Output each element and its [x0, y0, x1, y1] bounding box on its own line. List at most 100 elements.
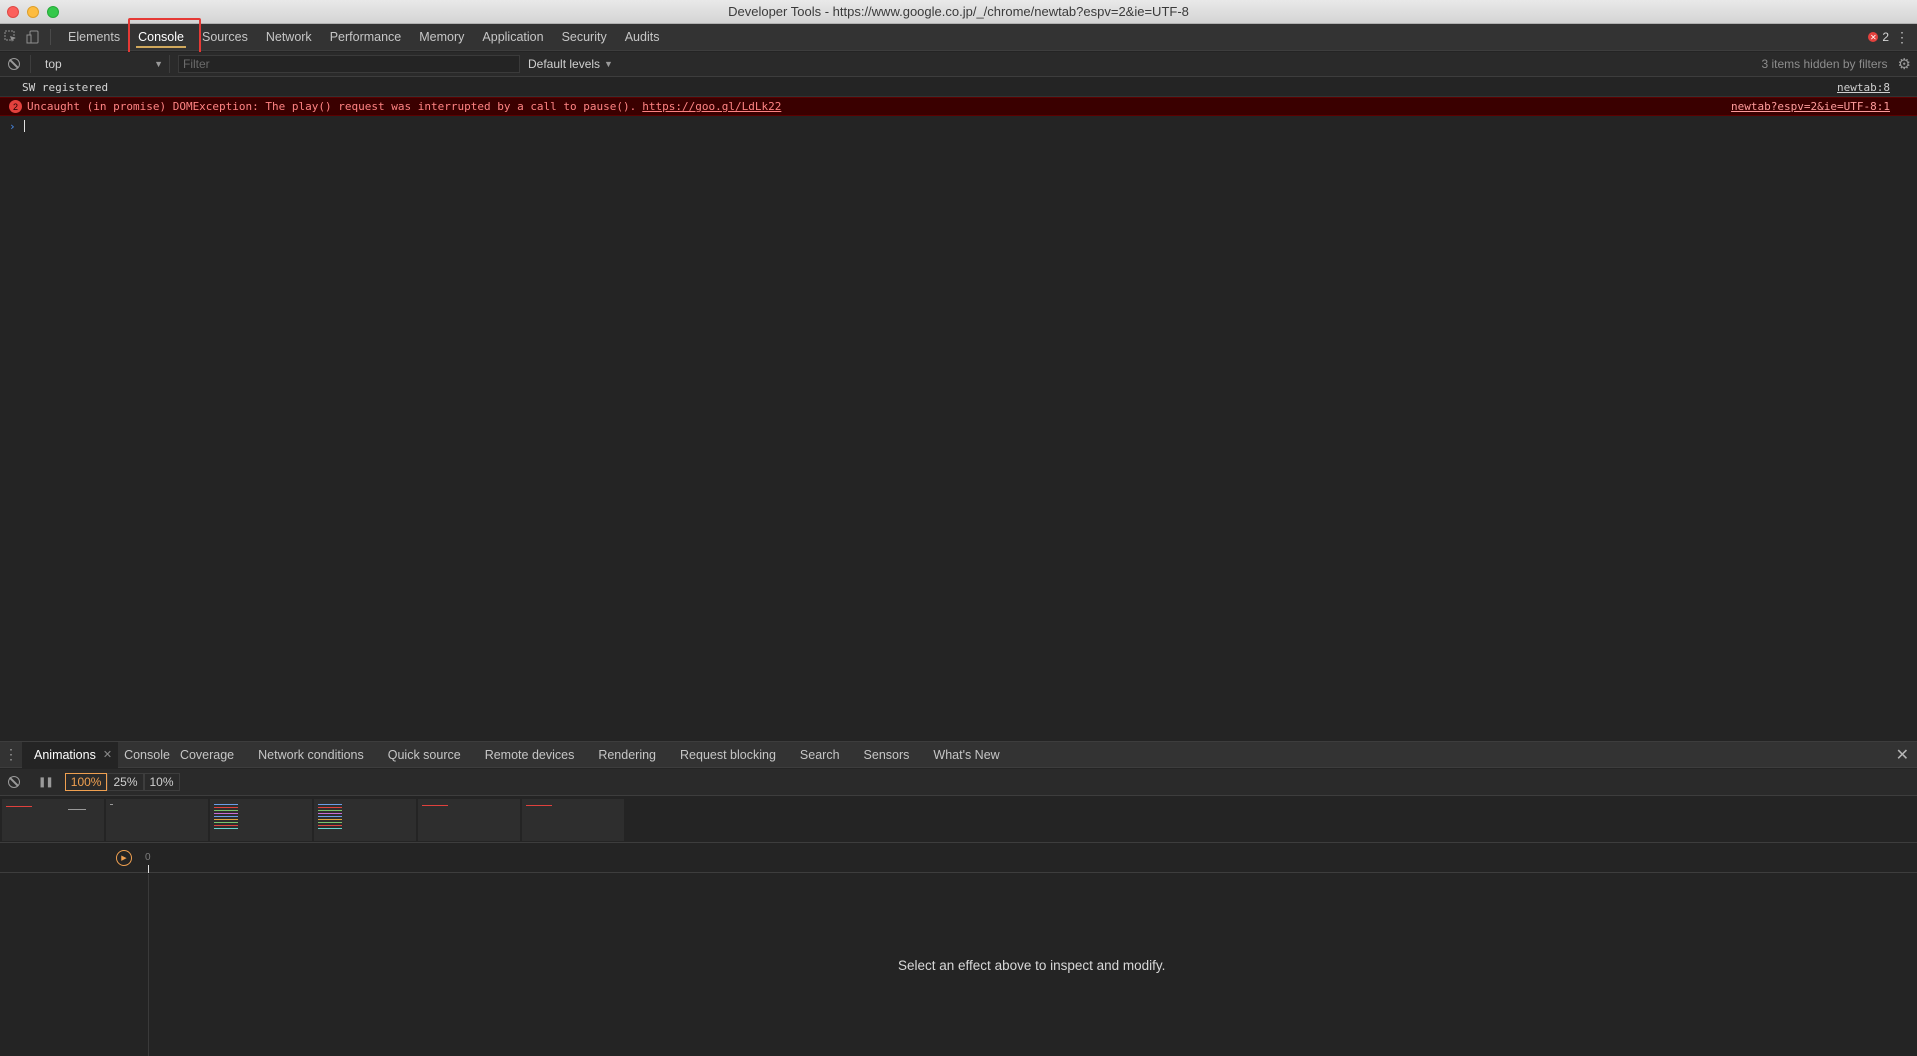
message-text: Uncaught (in promise) DOMException: The … [27, 100, 637, 113]
tab-label: Rendering [598, 747, 657, 762]
console-toolbar: top ▼ Default levels ▼ 3 items hidden by… [0, 52, 1917, 77]
tab-label: Memory [419, 30, 465, 44]
message-text: SW registered [22, 80, 109, 94]
tab-console-drawer[interactable]: Console [118, 742, 176, 768]
tab-quick-source[interactable]: Quick source [376, 742, 473, 768]
tab-application[interactable]: Application [473, 24, 552, 51]
tab-security[interactable]: Security [553, 24, 616, 51]
console-output: SW registered newtab:8 2 Uncaught (in pr… [0, 78, 1917, 740]
tab-animations[interactable]: Animations ✕ [22, 741, 119, 768]
tab-network-conditions[interactable]: Network conditions [246, 742, 376, 768]
window-titlebar: Developer Tools - https://www.google.co.… [0, 0, 1917, 24]
chevron-down-icon: ▼ [604, 59, 613, 69]
devtools-main-tabbar: Elements Console Sources Network Perform… [0, 24, 1917, 51]
tab-audits[interactable]: Audits [616, 24, 669, 51]
timeline-header: ▶ 0 [0, 844, 1917, 873]
animations-toolbar: ❚❚ 100% 25% 10% [0, 769, 1917, 796]
rate-label: 25% [113, 775, 138, 789]
tab-label: Sensors [863, 747, 910, 762]
window-controls [7, 6, 59, 18]
console-prompt[interactable]: › [0, 116, 1917, 136]
tab-label: Network [265, 30, 312, 44]
tab-elements[interactable]: Elements [59, 24, 129, 51]
animation-group-preview[interactable] [418, 798, 520, 841]
timeline-scrubber[interactable] [148, 865, 149, 873]
tab-whats-new[interactable]: What's New [921, 742, 1011, 768]
rate-label: 100% [70, 775, 102, 789]
kebab-icon[interactable]: ⋮ [1895, 29, 1909, 46]
tab-remote-devices[interactable]: Remote devices [473, 742, 587, 768]
tab-label: Console [124, 747, 170, 762]
animation-previews [0, 797, 1917, 843]
tab-network[interactable]: Network [257, 24, 321, 51]
tab-request-blocking[interactable]: Request blocking [668, 742, 788, 768]
replay-icon[interactable]: ▶ [116, 850, 132, 866]
drawer-tabbar: ⋮ Animations ✕ Console Coverage Network … [0, 741, 1917, 768]
tab-memory[interactable]: Memory [410, 24, 473, 51]
tab-sensors[interactable]: Sensors [852, 742, 922, 768]
animation-group-preview[interactable] [106, 798, 208, 841]
pause-icon[interactable]: ❚❚ [38, 777, 54, 788]
close-icon[interactable]: ✕ [103, 748, 112, 761]
tab-performance[interactable]: Performance [321, 24, 411, 51]
context-selector[interactable]: top ▼ [30, 55, 170, 73]
tab-label: Remote devices [484, 747, 575, 762]
tab-label: Coverage [179, 747, 235, 762]
error-counter[interactable]: ✕ 2 [1868, 30, 1889, 44]
message-source-link[interactable]: newtab:8 [1837, 81, 1890, 94]
animation-group-preview[interactable] [522, 798, 624, 841]
console-message: SW registered newtab:8 [0, 78, 1917, 97]
window-title: Developer Tools - https://www.google.co.… [728, 4, 1189, 19]
tab-label: What's New [933, 747, 1000, 762]
error-icon: ✕ [1868, 32, 1879, 42]
chevron-down-icon: ▼ [154, 59, 163, 69]
minimize-window-button[interactable] [27, 6, 39, 18]
device-toggle-icon[interactable] [22, 26, 44, 48]
playback-rate-25[interactable]: 25% [107, 773, 144, 791]
inspect-icon[interactable] [0, 26, 22, 48]
close-window-button[interactable] [7, 6, 19, 18]
log-levels-dropdown[interactable]: Default levels ▼ [528, 57, 613, 71]
tab-coverage[interactable]: Coverage [176, 742, 246, 768]
timeline-tick: 0 [145, 852, 151, 863]
tab-sources[interactable]: Sources [193, 24, 257, 51]
tab-label: Animations [34, 747, 96, 762]
animation-group-preview[interactable] [210, 798, 312, 841]
highlight-annotation [128, 18, 201, 56]
text-cursor [23, 120, 25, 132]
empty-state-message: Select an effect above to inspect and mo… [898, 958, 1166, 973]
timeline-body: Select an effect above to inspect and mo… [0, 874, 1917, 1056]
tab-label: Sources [201, 30, 248, 44]
tab-label: Elements [68, 30, 121, 44]
tab-label: Network conditions [258, 747, 364, 762]
tab-label: Quick source [387, 747, 461, 762]
rate-label: 10% [149, 775, 174, 789]
tab-label: Request blocking [680, 747, 776, 762]
filter-input[interactable] [178, 55, 520, 73]
tab-rendering[interactable]: Rendering [586, 742, 668, 768]
tab-label: Application [482, 30, 544, 44]
tabbar-right: ✕ 2 ⋮ [1868, 29, 1917, 46]
animation-group-preview[interactable] [314, 798, 416, 841]
timeline-divider [148, 874, 149, 1056]
tab-label: Audits [624, 30, 660, 44]
playback-rate-10[interactable]: 10% [143, 773, 180, 791]
maximize-window-button[interactable] [47, 6, 59, 18]
message-source-link[interactable]: newtab?espv=2&ie=UTF-8:1 [1731, 100, 1890, 113]
tab-label: Performance [329, 30, 402, 44]
animation-group-preview[interactable] [2, 798, 104, 841]
clear-icon[interactable] [8, 776, 20, 788]
tab-label: Search [799, 747, 840, 762]
console-error-message: 2 Uncaught (in promise) DOMException: Th… [0, 97, 1917, 116]
error-count: 2 [1882, 30, 1889, 44]
context-value: top [45, 57, 62, 71]
close-drawer-icon[interactable]: ✕ [1896, 745, 1909, 765]
gear-icon[interactable]: ⚙ [1898, 55, 1911, 73]
playback-rate-100[interactable]: 100% [64, 773, 108, 791]
error-repeat-badge: 2 [9, 100, 22, 113]
clear-icon[interactable] [8, 58, 20, 70]
tab-search[interactable]: Search [788, 742, 852, 768]
kebab-icon[interactable]: ⋮ [0, 746, 22, 763]
error-help-link[interactable]: https://goo.gl/LdLk22 [642, 100, 781, 113]
prompt-chevron-icon: › [9, 119, 16, 133]
